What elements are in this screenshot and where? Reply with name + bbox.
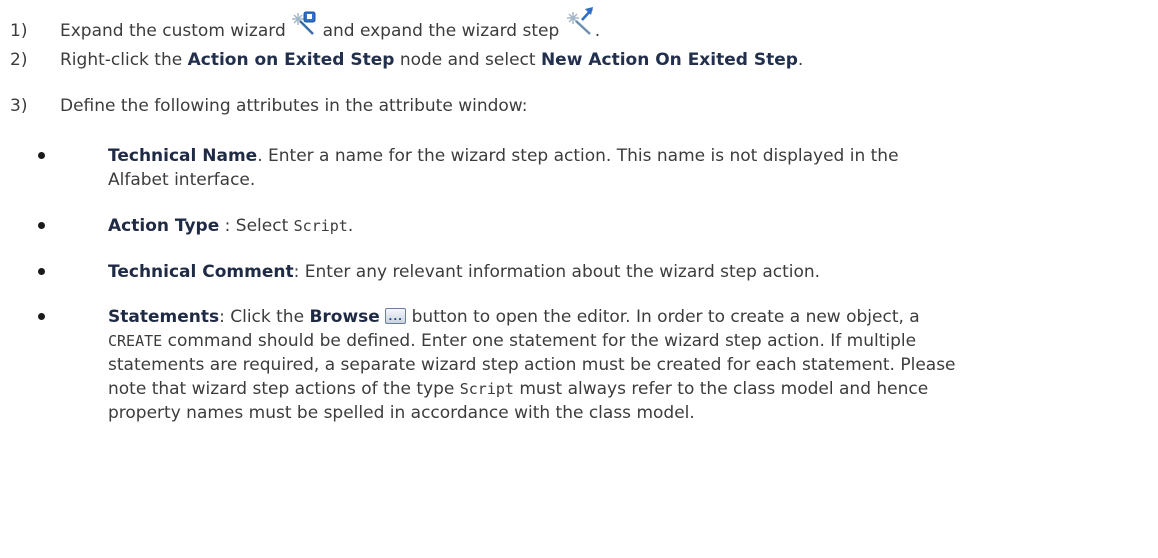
- document-page: 1) Expand the custom wizard and expand th…: [0, 0, 1158, 558]
- step-number: 1): [10, 21, 28, 41]
- browse-button[interactable]: ...: [385, 308, 407, 324]
- bullet-icon: [38, 152, 45, 159]
- ellipsis-icon: ...: [388, 312, 403, 323]
- step-text: Expand the custom wizard: [60, 21, 286, 41]
- attribute-description: . Enter a name for the wizard step actio…: [257, 146, 899, 166]
- attribute-description: .: [347, 216, 354, 236]
- attribute-label: Technical Name: [108, 146, 258, 166]
- bullet-icon: [38, 313, 45, 320]
- bullet-icon: [38, 268, 45, 275]
- attribute-description: button to open the editor. In order to c…: [406, 307, 920, 327]
- code-value: Script: [459, 380, 514, 398]
- step-3: 3) Define the following attributes in the…: [10, 94, 528, 118]
- attribute-description: property names must be spelled in accord…: [108, 403, 695, 423]
- browse-label: Browse: [309, 307, 380, 327]
- attribute-label: Technical Comment: [108, 262, 294, 282]
- attribute-description: : Enter any relevant information about t…: [293, 262, 821, 282]
- step-text: Define the following attributes in the a…: [60, 96, 528, 116]
- code-value: Script: [293, 217, 348, 235]
- step-text: Right-click the: [60, 50, 183, 70]
- step-1: 1) Expand the custom wizard and expand th…: [10, 6, 600, 43]
- attribute-description: Alfabet interface.: [108, 170, 256, 190]
- attribute-label: Statements: [108, 307, 220, 327]
- bullet-icon: [38, 222, 45, 229]
- attribute-description: must always refer to the class model and…: [513, 379, 929, 399]
- step-number: 3): [10, 96, 28, 116]
- attribute-description: statements are required, a separate wiza…: [108, 355, 956, 375]
- step-number: 2): [10, 50, 28, 70]
- attribute-description: note that wizard step actions of the typ…: [108, 379, 460, 399]
- step-text: .: [594, 21, 601, 41]
- custom-wizard-icon: [291, 11, 317, 37]
- step-2: 2) Right-click the Action on Exited Step …: [10, 48, 803, 72]
- attribute-label: Action Type: [108, 216, 220, 236]
- node-name: Action on Exited Step: [187, 50, 395, 70]
- step-text: node and select: [399, 50, 536, 70]
- attribute-description: command should be defined. Enter one sta…: [162, 331, 917, 351]
- step-text: and expand the wizard step: [322, 21, 560, 41]
- menu-item-name: New Action On Exited Step: [540, 50, 798, 70]
- step-text: .: [797, 50, 804, 70]
- wizard-step-icon: [565, 6, 595, 36]
- attribute-description: : Select: [219, 216, 294, 236]
- attribute-description: : Click the: [219, 307, 310, 327]
- code-value: CREATE: [108, 332, 163, 350]
